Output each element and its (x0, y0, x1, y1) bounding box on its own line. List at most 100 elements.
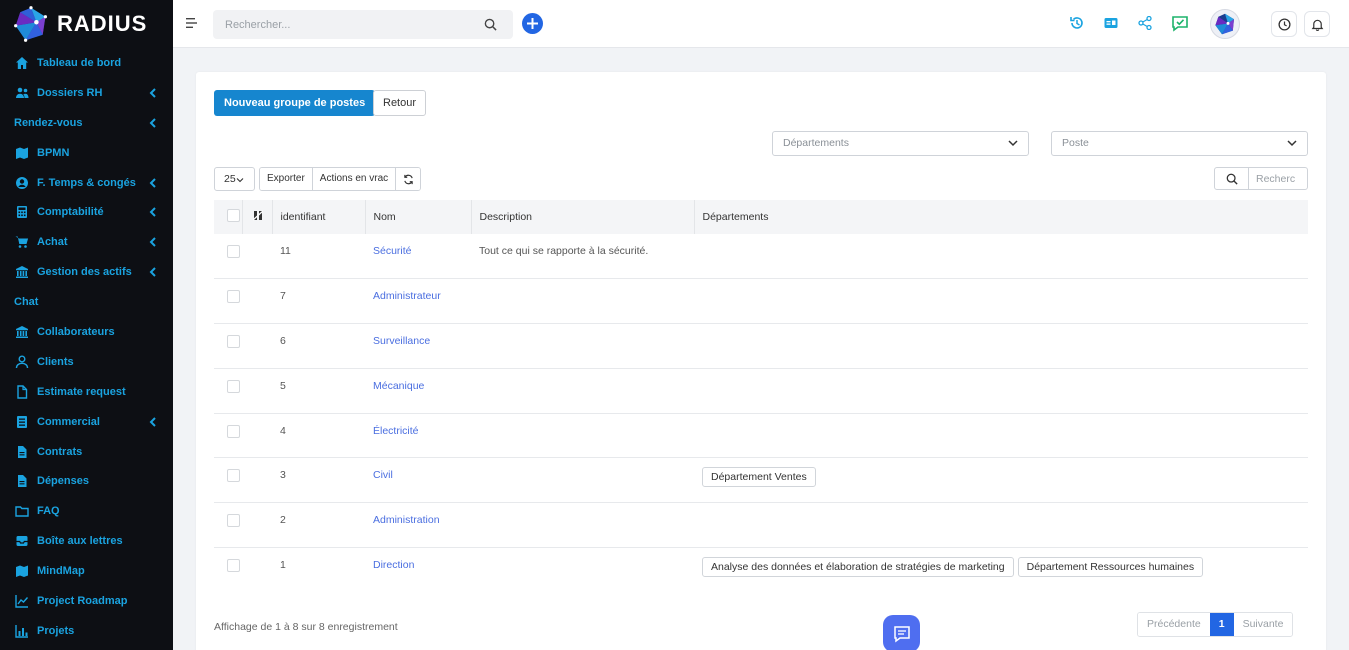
post-group-link[interactable]: Administration (373, 514, 440, 526)
row-checkbox[interactable] (227, 424, 240, 438)
sidebar-item-bpmn[interactable]: BPMN (0, 138, 173, 168)
column-header-description[interactable]: Description (471, 200, 695, 234)
mailbox-icon (14, 534, 30, 548)
post-groups-table: identifiant Nom Description Départements… (214, 200, 1308, 592)
menu-toggle-icon[interactable] (186, 17, 197, 29)
select-all-checkbox[interactable] (227, 209, 240, 222)
sidebar-item-commercial[interactable]: Commercial (0, 407, 173, 437)
pagination-next[interactable]: Suivante (1233, 613, 1293, 636)
post-group-link[interactable]: Sécurité (373, 245, 412, 257)
post-group-link[interactable]: Surveillance (373, 335, 430, 347)
post-group-link[interactable]: Administrateur (373, 290, 441, 302)
sidebar-item-gestion-des-actifs[interactable]: Gestion des actifs (0, 257, 173, 287)
row-checkbox[interactable] (227, 290, 240, 304)
cell-name: Électricité (365, 413, 471, 458)
cell-id: 7 (280, 290, 286, 303)
sidebar-item-chat[interactable]: Chat (0, 287, 173, 317)
column-header-departments[interactable]: Départements (694, 200, 1308, 234)
app-logo[interactable]: RADIUS (0, 0, 173, 48)
sidebar-item-f-temps-conges[interactable]: F. Temps & congés (0, 168, 173, 198)
column-header-id[interactable]: identifiant (272, 200, 366, 234)
pagination-page-current[interactable]: 1 (1209, 613, 1234, 636)
sidebar-item-comptabilite[interactable]: Comptabilité (0, 197, 173, 227)
quick-add-button[interactable] (522, 13, 543, 34)
department-tag[interactable]: Analyse des données et élaboration de st… (702, 557, 1014, 578)
table-search-button[interactable] (1215, 168, 1249, 189)
export-button[interactable]: Exporter (260, 168, 313, 190)
row-checkbox[interactable] (227, 559, 240, 573)
row-spacer-cell (242, 548, 272, 593)
row-checkbox[interactable] (227, 514, 240, 528)
global-search-input[interactable] (213, 10, 463, 39)
department-tag[interactable]: Département Ventes (702, 467, 816, 488)
avatar-logo-icon (1215, 13, 1234, 35)
pagination-previous[interactable]: Précédente (1138, 613, 1210, 636)
chat-launcher-button[interactable] (883, 615, 920, 650)
sidebar-item-faq[interactable]: FAQ (0, 496, 173, 526)
sidebar-item-label: Commercial (37, 415, 100, 428)
chevron-left-icon (149, 118, 157, 128)
sidebar-item-label: FAQ (37, 505, 60, 518)
cell-description (471, 548, 694, 593)
sidebar-item-achat[interactable]: Achat (0, 227, 173, 257)
sidebar-item-rendez-vous[interactable]: Rendez-vous (0, 108, 173, 138)
sidebar-item-depenses[interactable]: Dépenses (0, 466, 173, 496)
cell-departments (694, 503, 1308, 548)
sidebar-item-label: Boîte aux lettres (37, 535, 123, 548)
clock-button[interactable] (1271, 11, 1297, 37)
sidebar-item-project-roadmap[interactable]: Project Roadmap (0, 586, 173, 616)
sidebar-item-tableau-de-bord[interactable]: Tableau de bord (0, 48, 173, 78)
cell-name: Administration (365, 503, 471, 548)
table-row: 7 Administrateur (214, 279, 1308, 324)
column-header-name[interactable]: Nom (365, 200, 472, 234)
sidebar-item-clients[interactable]: Clients (0, 347, 173, 377)
sidebar-item-label: Estimate request (37, 385, 126, 398)
cell-description (471, 458, 694, 503)
new-post-group-button[interactable]: Nouveau groupe de postes (214, 90, 376, 116)
bank-icon (14, 325, 30, 339)
cell-id: 5 (280, 379, 286, 392)
sidebar-item-mindmap[interactable]: MindMap (0, 556, 173, 586)
sidebar-item-label: Gestion des actifs (37, 266, 132, 279)
user-icon (14, 355, 30, 369)
sidebar-item-boite-aux-lettres[interactable]: Boîte aux lettres (0, 526, 173, 556)
user-avatar[interactable] (1210, 9, 1240, 39)
table-row: 1 Direction Analyse des données et élabora… (214, 548, 1308, 593)
post-filter[interactable]: Poste (1051, 131, 1308, 156)
id-card-icon[interactable] (1102, 14, 1120, 32)
share-icon[interactable] (1136, 14, 1154, 32)
home-icon (14, 56, 30, 70)
map-icon (14, 146, 30, 160)
row-select-cell (214, 234, 242, 279)
post-group-link[interactable]: Civil (373, 469, 393, 481)
back-button[interactable]: Retour (373, 90, 427, 116)
search-icon[interactable] (484, 18, 497, 31)
sidebar-item-projets[interactable]: Projets (0, 616, 173, 646)
bulk-actions-button[interactable]: Actions en vrac (312, 168, 397, 190)
row-checkbox[interactable] (227, 335, 240, 349)
notifications-button[interactable] (1304, 11, 1330, 37)
sidebar-item-dossiers-rh[interactable]: Dossiers RH (0, 78, 173, 108)
sidebar-item-collaborateurs[interactable]: Collaborateurs (0, 317, 173, 347)
sidebar-item-contrats[interactable]: Contrats (0, 437, 173, 467)
department-tag[interactable]: Département Ressources humaines (1017, 557, 1204, 578)
clock-icon (1277, 17, 1291, 31)
row-checkbox[interactable] (227, 245, 240, 258)
row-checkbox[interactable] (227, 379, 240, 393)
post-group-link[interactable]: Électricité (373, 425, 419, 437)
refresh-button[interactable] (396, 168, 421, 190)
sidebar-item-label: BPMN (37, 146, 70, 159)
table-search-input[interactable] (1249, 168, 1307, 189)
column-toggle-icon[interactable] (252, 210, 263, 221)
cell-name: Administrateur (365, 279, 471, 324)
post-group-link[interactable]: Direction (373, 559, 414, 571)
page-size-select[interactable]: 25 (214, 167, 255, 191)
cell-departments (694, 279, 1308, 324)
chat-check-icon[interactable] (1171, 14, 1189, 32)
history-icon[interactable] (1068, 14, 1086, 32)
row-checkbox[interactable] (227, 469, 240, 483)
post-group-link[interactable]: Mécanique (373, 380, 424, 392)
sidebar-item-estimate-request[interactable]: Estimate request (0, 377, 173, 407)
departments-filter[interactable]: Départements (772, 131, 1029, 156)
sidebar-item-label: Contrats (37, 445, 83, 458)
